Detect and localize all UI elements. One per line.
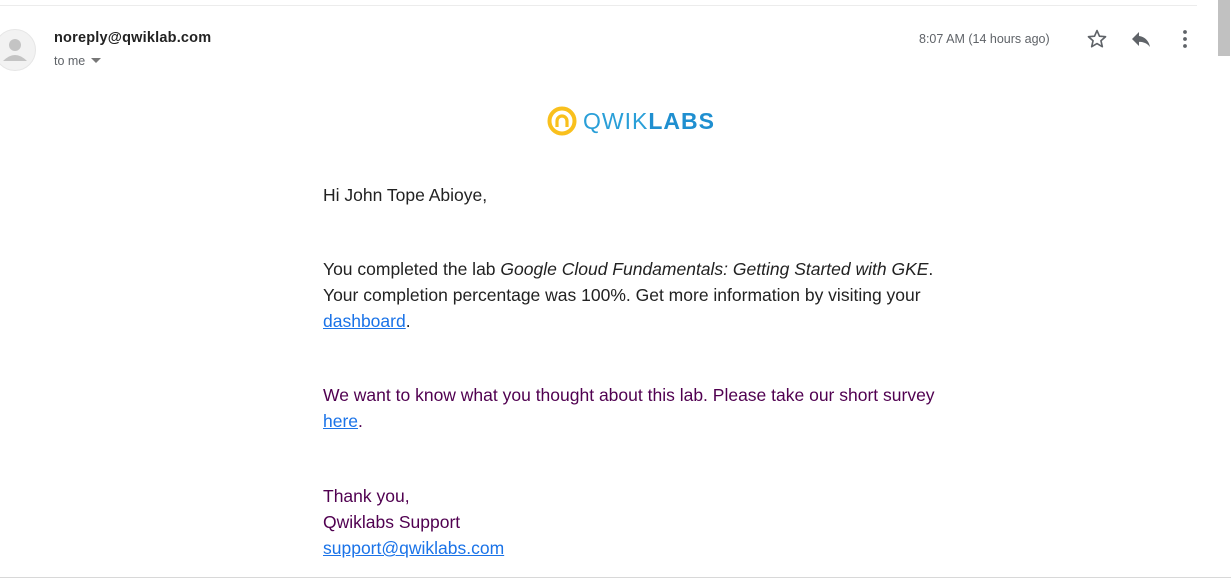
qwiklabs-logo: QWIKLABS	[547, 106, 715, 136]
sender-address: noreply@qwiklab.com	[54, 30, 212, 46]
reply-icon	[1132, 32, 1150, 47]
thanks-line: Thank you,	[323, 486, 410, 506]
caret-down-icon	[91, 58, 102, 63]
scrollbar-thumb[interactable]	[1218, 0, 1230, 56]
recipient-toggle[interactable]: to me	[54, 54, 102, 68]
reply-button[interactable]	[1129, 27, 1153, 51]
email-timestamp: 8:07 AM (14 hours ago)	[919, 32, 1050, 46]
email-greeting: Hi John Tope Abioye,	[323, 185, 488, 205]
completion-prefix: You completed the lab	[323, 259, 501, 279]
support-email-link[interactable]: support@qwiklabs.com	[323, 538, 504, 558]
survey-end: .	[358, 411, 363, 431]
completion-end: .	[405, 311, 411, 331]
star-icon	[1087, 29, 1107, 48]
more-options-button[interactable]	[1173, 27, 1197, 51]
logo-wordmark: QWIKLABS	[583, 107, 715, 134]
logo-text-light: QWIK	[583, 107, 649, 134]
divider-bottom	[0, 577, 1231, 578]
lab-name: Google Cloud Fundamentals: Getting Start…	[500, 259, 929, 279]
sender-avatar[interactable]	[0, 29, 36, 71]
survey-link[interactable]: here	[323, 411, 358, 431]
star-button[interactable]	[1085, 27, 1109, 51]
email-view: noreply@qwiklab.com to me 8:07 AM (14 ho…	[0, 0, 1231, 580]
dashboard-link[interactable]: dashboard	[323, 311, 406, 331]
divider-top	[0, 5, 1197, 6]
qwiklabs-logo-icon	[547, 106, 577, 136]
signature-line: Qwiklabs Support	[323, 512, 461, 532]
recipient-label: to me	[54, 54, 86, 68]
logo-text-bold: LABS	[648, 107, 715, 134]
completion-paragraph: You completed the lab Google Cloud Funda…	[323, 256, 943, 334]
survey-prefix: We want to know what you thought about t…	[323, 385, 935, 405]
more-vert-icon	[1183, 30, 1187, 48]
person-icon	[3, 39, 27, 61]
survey-paragraph: We want to know what you thought about t…	[323, 382, 943, 434]
email-signoff: Thank you, Qwiklabs Support support@qwik…	[323, 483, 943, 561]
